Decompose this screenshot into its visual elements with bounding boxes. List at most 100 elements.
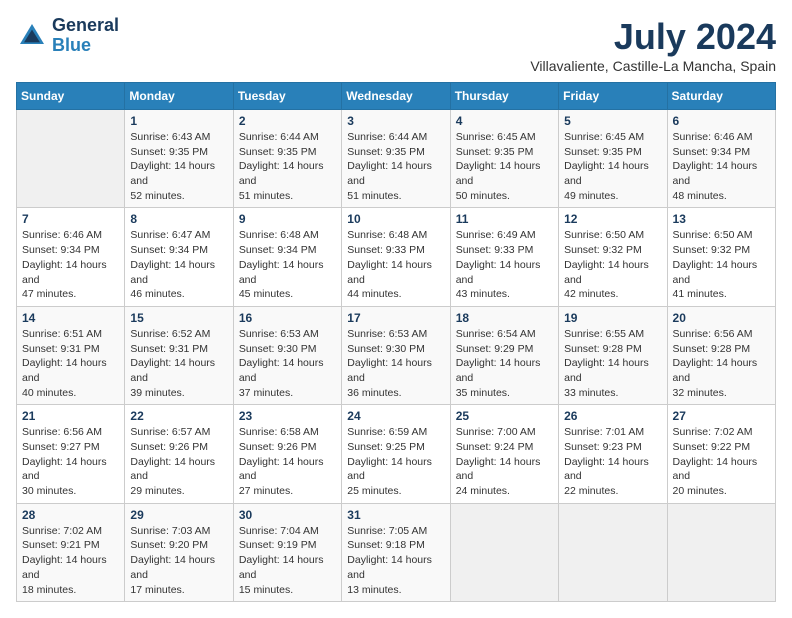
calendar-cell: 6Sunrise: 6:46 AMSunset: 9:34 PMDaylight… (667, 110, 775, 208)
day-number: 24 (347, 409, 444, 423)
calendar-cell: 9 Sunrise: 6:48 AMSunset: 9:34 PMDaylight… (233, 208, 341, 306)
day-detail: Sunrise: 6:46 AMSunset: 9:34 PMDaylight:… (673, 130, 770, 203)
calendar-cell: 12 Sunrise: 6:50 AMSunset: 9:32 PMDayligh… (559, 208, 667, 306)
day-detail: Sunrise: 6:50 AMSunset: 9:32 PMDaylight:… (673, 228, 770, 301)
day-detail: Sunrise: 6:48 AMSunset: 9:33 PMDaylight:… (347, 228, 444, 301)
day-number: 20 (673, 311, 770, 325)
weekday-header-sunday: Sunday (17, 83, 125, 110)
weekday-header-row: SundayMondayTuesdayWednesdayThursdayFrid… (17, 83, 776, 110)
day-detail: Sunrise: 6:49 AMSunset: 9:33 PMDaylight:… (456, 228, 553, 301)
day-detail: Sunrise: 6:43 AMSunset: 9:35 PMDaylight:… (130, 130, 227, 203)
day-number: 4 (456, 114, 553, 128)
day-detail: Sunrise: 7:01 AMSunset: 9:23 PMDaylight:… (564, 425, 661, 498)
day-number: 18 (456, 311, 553, 325)
page-header: General Blue July 2024 Villavaliente, Ca… (16, 16, 776, 74)
day-detail: Sunrise: 6:52 AMSunset: 9:31 PMDaylight:… (130, 327, 227, 400)
calendar-cell: 5 Sunrise: 6:45 AMSunset: 9:35 PMDaylight… (559, 110, 667, 208)
day-detail: Sunrise: 6:56 AMSunset: 9:28 PMDaylight:… (673, 327, 770, 400)
day-number: 31 (347, 508, 444, 522)
calendar-cell: 28 Sunrise: 7:02 AMSunset: 9:21 PMDayligh… (17, 503, 125, 601)
day-detail: Sunrise: 7:02 AMSunset: 9:21 PMDaylight:… (22, 524, 119, 597)
day-number: 12 (564, 212, 661, 226)
logo-line2: Blue (52, 36, 119, 56)
day-detail: Sunrise: 6:51 AMSunset: 9:31 PMDaylight:… (22, 327, 119, 400)
day-detail: Sunrise: 7:05 AMSunset: 9:18 PMDaylight:… (347, 524, 444, 597)
calendar-cell: 24 Sunrise: 6:59 AMSunset: 9:25 PMDayligh… (342, 405, 450, 503)
day-number: 27 (673, 409, 770, 423)
calendar-cell: 13 Sunrise: 6:50 AMSunset: 9:32 PMDayligh… (667, 208, 775, 306)
day-number: 2 (239, 114, 336, 128)
day-detail: Sunrise: 6:57 AMSunset: 9:26 PMDaylight:… (130, 425, 227, 498)
calendar-cell: 23 Sunrise: 6:58 AMSunset: 9:26 PMDayligh… (233, 405, 341, 503)
calendar-cell: 22 Sunrise: 6:57 AMSunset: 9:26 PMDayligh… (125, 405, 233, 503)
day-detail: Sunrise: 6:48 AMSunset: 9:34 PMDaylight:… (239, 228, 336, 301)
day-detail: Sunrise: 6:58 AMSunset: 9:26 PMDaylight:… (239, 425, 336, 498)
day-detail: Sunrise: 6:50 AMSunset: 9:32 PMDaylight:… (564, 228, 661, 301)
calendar-cell: 3 Sunrise: 6:44 AMSunset: 9:35 PMDaylight… (342, 110, 450, 208)
day-detail: Sunrise: 7:04 AMSunset: 9:19 PMDaylight:… (239, 524, 336, 597)
calendar-cell (17, 110, 125, 208)
day-number: 8 (130, 212, 227, 226)
day-number: 23 (239, 409, 336, 423)
day-detail: Sunrise: 7:03 AMSunset: 9:20 PMDaylight:… (130, 524, 227, 597)
day-number: 9 (239, 212, 336, 226)
calendar-cell: 26 Sunrise: 7:01 AMSunset: 9:23 PMDayligh… (559, 405, 667, 503)
calendar-cell: 2 Sunrise: 6:44 AMSunset: 9:35 PMDaylight… (233, 110, 341, 208)
day-detail: Sunrise: 6:45 AMSunset: 9:35 PMDaylight:… (456, 130, 553, 203)
calendar-cell: 21 Sunrise: 6:56 AMSunset: 9:27 PMDayligh… (17, 405, 125, 503)
calendar-week-2: 7 Sunrise: 6:46 AMSunset: 9:34 PMDaylight… (17, 208, 776, 306)
calendar-cell (450, 503, 558, 601)
calendar-cell: 19Sunrise: 6:55 AMSunset: 9:28 PMDayligh… (559, 306, 667, 404)
calendar-cell: 10Sunrise: 6:48 AMSunset: 9:33 PMDayligh… (342, 208, 450, 306)
logo-text: General Blue (52, 16, 119, 56)
day-number: 14 (22, 311, 119, 325)
calendar-header: SundayMondayTuesdayWednesdayThursdayFrid… (17, 83, 776, 110)
day-number: 25 (456, 409, 553, 423)
day-detail: Sunrise: 6:46 AMSunset: 9:34 PMDaylight:… (22, 228, 119, 301)
day-number: 1 (130, 114, 227, 128)
calendar-cell: 29 Sunrise: 7:03 AMSunset: 9:20 PMDayligh… (125, 503, 233, 601)
day-number: 22 (130, 409, 227, 423)
day-detail: Sunrise: 6:54 AMSunset: 9:29 PMDaylight:… (456, 327, 553, 400)
day-number: 13 (673, 212, 770, 226)
weekday-header-monday: Monday (125, 83, 233, 110)
weekday-header-thursday: Thursday (450, 83, 558, 110)
calendar-week-1: 1 Sunrise: 6:43 AMSunset: 9:35 PMDaylight… (17, 110, 776, 208)
title-block: July 2024 Villavaliente, Castille-La Man… (530, 16, 776, 74)
day-number: 11 (456, 212, 553, 226)
calendar-cell: 11 Sunrise: 6:49 AMSunset: 9:33 PMDayligh… (450, 208, 558, 306)
calendar-cell: 30Sunrise: 7:04 AMSunset: 9:19 PMDayligh… (233, 503, 341, 601)
day-number: 29 (130, 508, 227, 522)
day-detail: Sunrise: 6:45 AMSunset: 9:35 PMDaylight:… (564, 130, 661, 203)
calendar-table: SundayMondayTuesdayWednesdayThursdayFrid… (16, 82, 776, 602)
day-number: 16 (239, 311, 336, 325)
day-number: 17 (347, 311, 444, 325)
day-number: 5 (564, 114, 661, 128)
day-number: 7 (22, 212, 119, 226)
day-detail: Sunrise: 6:56 AMSunset: 9:27 PMDaylight:… (22, 425, 119, 498)
calendar-cell: 16Sunrise: 6:53 AMSunset: 9:30 PMDayligh… (233, 306, 341, 404)
day-detail: Sunrise: 6:59 AMSunset: 9:25 PMDaylight:… (347, 425, 444, 498)
calendar-cell (559, 503, 667, 601)
day-number: 19 (564, 311, 661, 325)
day-number: 28 (22, 508, 119, 522)
calendar-cell: 8 Sunrise: 6:47 AMSunset: 9:34 PMDaylight… (125, 208, 233, 306)
day-number: 21 (22, 409, 119, 423)
calendar-cell: 20 Sunrise: 6:56 AMSunset: 9:28 PMDayligh… (667, 306, 775, 404)
location: Villavaliente, Castille-La Mancha, Spain (530, 58, 776, 74)
calendar-cell: 25Sunrise: 7:00 AMSunset: 9:24 PMDayligh… (450, 405, 558, 503)
weekday-header-wednesday: Wednesday (342, 83, 450, 110)
month-title: July 2024 (530, 16, 776, 58)
calendar-cell: 17Sunrise: 6:53 AMSunset: 9:30 PMDayligh… (342, 306, 450, 404)
day-number: 3 (347, 114, 444, 128)
day-detail: Sunrise: 6:47 AMSunset: 9:34 PMDaylight:… (130, 228, 227, 301)
day-detail: Sunrise: 6:44 AMSunset: 9:35 PMDaylight:… (347, 130, 444, 203)
day-number: 26 (564, 409, 661, 423)
weekday-header-saturday: Saturday (667, 83, 775, 110)
day-detail: Sunrise: 6:44 AMSunset: 9:35 PMDaylight:… (239, 130, 336, 203)
logo-icon (16, 20, 48, 52)
logo-line1: General (52, 16, 119, 36)
day-detail: Sunrise: 7:02 AMSunset: 9:22 PMDaylight:… (673, 425, 770, 498)
calendar-cell: 15Sunrise: 6:52 AMSunset: 9:31 PMDayligh… (125, 306, 233, 404)
calendar-week-3: 14 Sunrise: 6:51 AMSunset: 9:31 PMDayligh… (17, 306, 776, 404)
